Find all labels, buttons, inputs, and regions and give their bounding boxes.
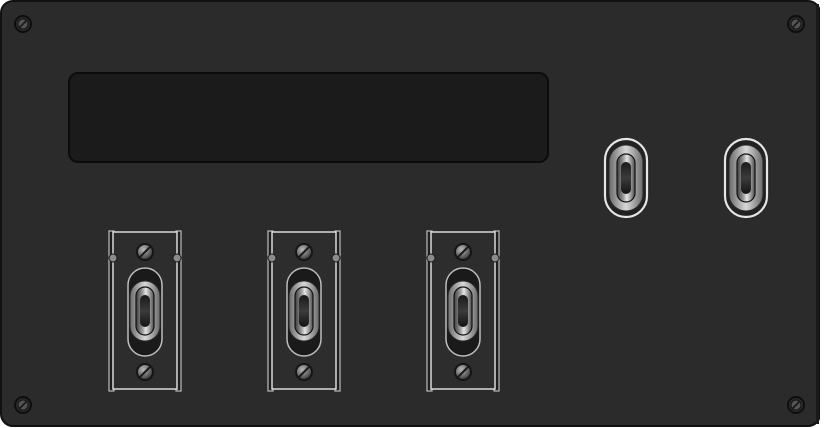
screw-icon	[295, 243, 313, 261]
screw-icon	[454, 243, 472, 261]
toggle-switch[interactable]	[603, 137, 649, 219]
panel-right-edge	[820, 0, 830, 428]
guarded-toggle-switch[interactable]	[267, 230, 341, 392]
toggle-switch[interactable]	[723, 137, 769, 219]
corner-screw-icon	[787, 15, 805, 33]
guarded-toggle-switch[interactable]	[108, 230, 182, 392]
guarded-toggle-switch[interactable]	[426, 230, 500, 392]
display-window	[68, 72, 549, 163]
corner-screw-icon	[14, 396, 32, 414]
switch-panel	[0, 0, 830, 428]
screw-icon	[454, 363, 472, 381]
screw-icon	[136, 243, 154, 261]
corner-screw-icon	[14, 15, 32, 33]
screw-icon	[295, 363, 313, 381]
corner-screw-icon	[787, 396, 805, 414]
screw-icon	[136, 363, 154, 381]
